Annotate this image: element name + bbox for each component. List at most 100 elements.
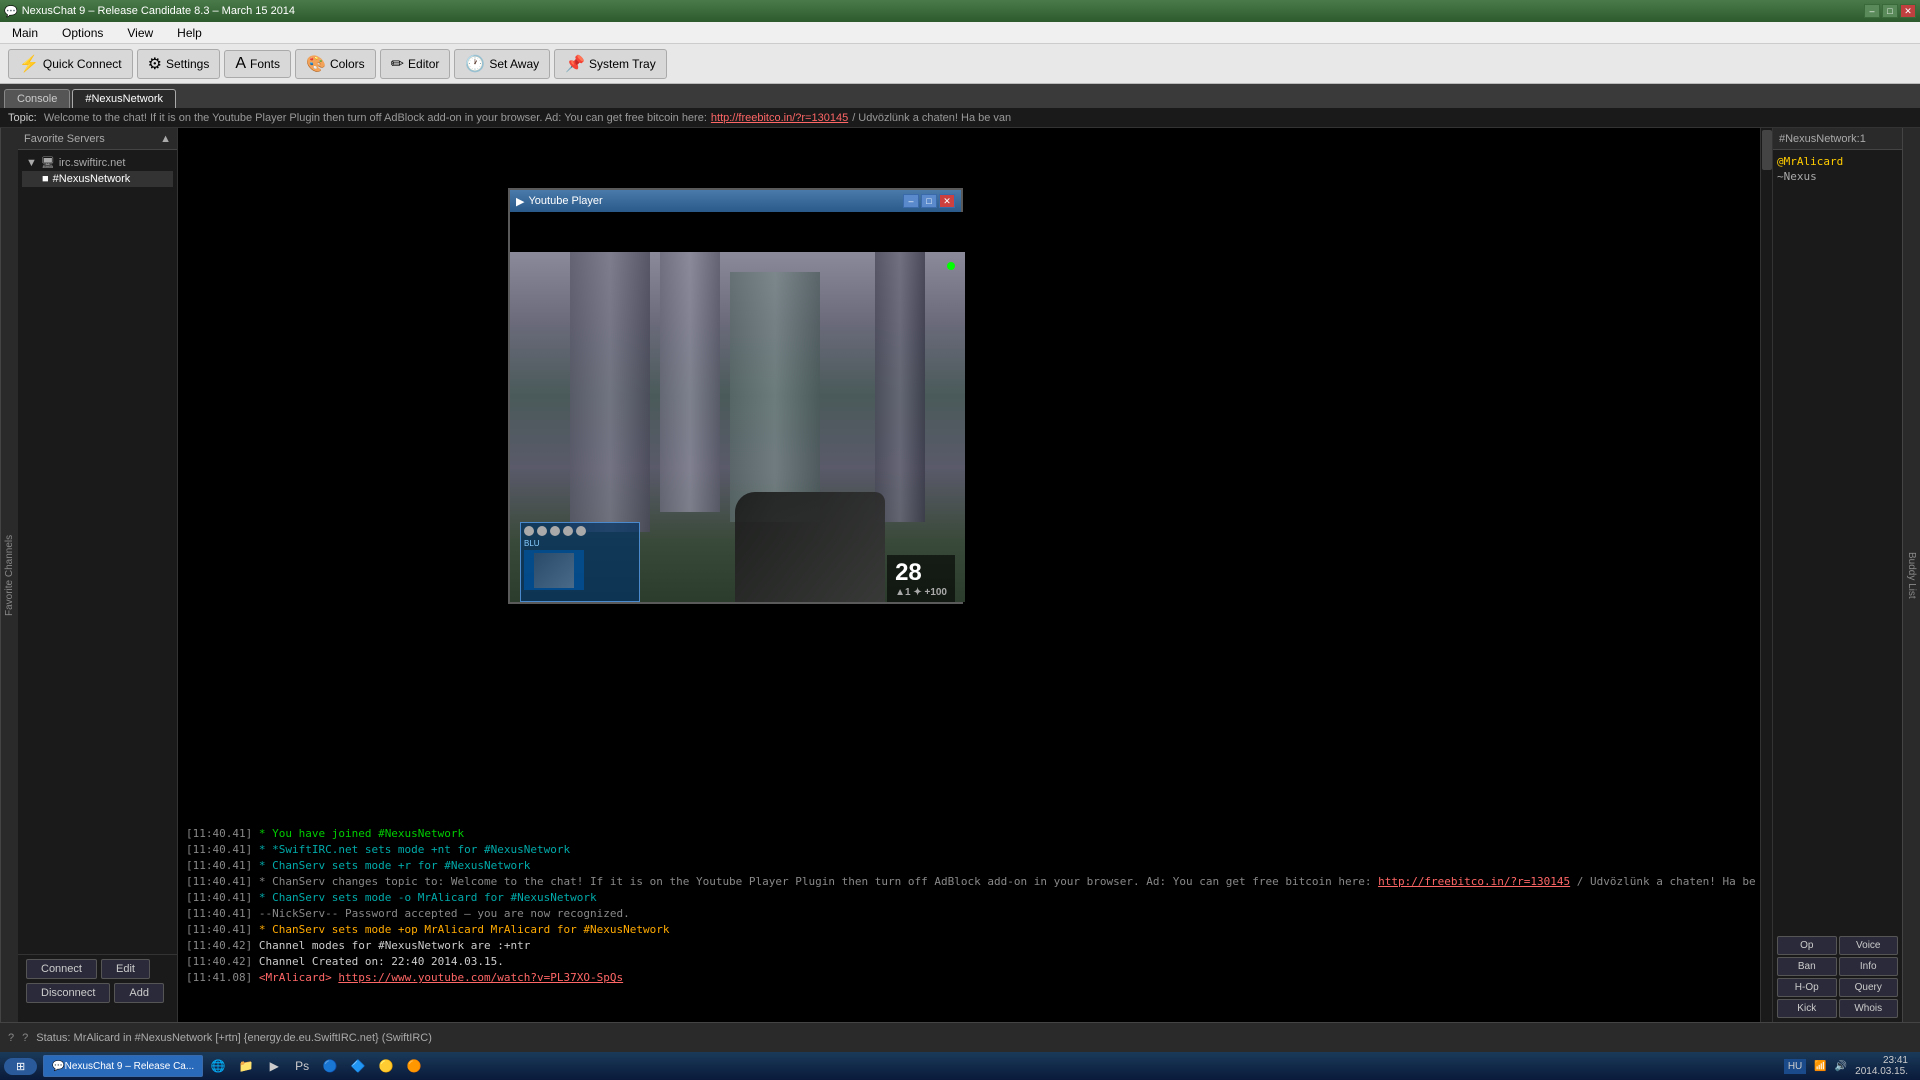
taskbar-app8[interactable]: 🟠 (401, 1055, 427, 1077)
msg-line: [11:40.42] Channel Created on: 22:40 201… (186, 954, 1764, 970)
tab-console[interactable]: Console (4, 89, 70, 108)
msg-line: [11:40.41] --NickServ-- Password accepte… (186, 906, 1764, 922)
titlebar-controls: – □ ✕ (1864, 4, 1916, 18)
menubar: Main Options View Help (0, 22, 1920, 44)
server-expand-icon: ▼ (26, 157, 37, 169)
youtube-close[interactable]: ✕ (939, 194, 955, 208)
server-item[interactable]: ▼ 🖥 irc.swiftirc.net (22, 154, 173, 171)
connect-button[interactable]: Connect (26, 959, 97, 979)
user-action-buttons: Op Voice Ban Info H-Op Query Kick Whois (1773, 932, 1902, 1022)
edit-button[interactable]: Edit (101, 959, 150, 979)
tray-date: 2014.03.15. (1855, 1066, 1908, 1077)
chat-messages: [11:40.41] * You have joined #NexusNetwo… (178, 822, 1772, 1022)
tray-clock: 23:41 2014.03.15. (1855, 1055, 1908, 1077)
quickconnect-button[interactable]: ⚡ Quick Connect (8, 49, 133, 79)
query-button[interactable]: Query (1839, 978, 1899, 997)
ban-button[interactable]: Ban (1777, 957, 1837, 976)
taskbar-ie[interactable]: 🌐 (205, 1055, 231, 1077)
menu-main[interactable]: Main (4, 24, 46, 42)
topic-link[interactable]: http://freebitco.in/?r=130145 (711, 112, 848, 124)
taskbar: ⊞ 💬 NexusChat 9 – Release Ca... 🌐 📁 ▶ Ps… (0, 1052, 1920, 1080)
voice-button[interactable]: Voice (1839, 936, 1899, 955)
channel-item[interactable]: ■ #NexusNetwork (22, 171, 173, 187)
youtube-player-window[interactable]: ▶ Youtube Player – □ ✕ (508, 188, 963, 604)
msg-line: [11:40.41] * *SwiftIRC.net sets mode +nt… (186, 842, 1764, 858)
left-sidebar: Favorite Servers ▲ ▼ 🖥 irc.swiftirc.net … (18, 128, 178, 1022)
video-frame: BLU 28 ▲1 ✦ +100 (510, 252, 965, 602)
connect-buttons: Connect Edit (26, 959, 169, 979)
topic-rest: / Udvözlünk a chaten! Ha be van (852, 112, 1011, 124)
scrollbar-thumb[interactable] (1762, 130, 1772, 170)
quickconnect-label: Quick Connect (43, 57, 122, 71)
setaway-icon: 🕐 (465, 54, 485, 74)
settings-icon: ⚙ (148, 54, 162, 74)
fonts-label: Fonts (250, 57, 280, 71)
favorite-servers-header: Favorite Servers ▲ (18, 128, 177, 150)
kick-button[interactable]: Kick (1777, 999, 1837, 1018)
systemtray-icon: 📌 (565, 54, 585, 74)
statusbar: ? ? Status: MrAlicard in #NexusNetwork [… (0, 1022, 1920, 1052)
nick-item-op[interactable]: @MrAlicard (1777, 154, 1898, 169)
msg-line: [11:40.41] * You have joined #NexusNetwo… (186, 826, 1764, 842)
colors-button[interactable]: 🎨 Colors (295, 49, 376, 79)
taskbar-ps[interactable]: Ps (289, 1055, 315, 1077)
maximize-button[interactable]: □ (1882, 4, 1898, 18)
setaway-button[interactable]: 🕐 Set Away (454, 49, 550, 79)
app-icon: 💬 (4, 5, 18, 18)
buddy-list-panel[interactable]: Buddy List (1902, 128, 1920, 1022)
server-name: irc.swiftirc.net (59, 157, 126, 169)
settings-button[interactable]: ⚙ Settings (137, 49, 221, 79)
youtube-maximize[interactable]: □ (921, 194, 937, 208)
start-icon: ⊞ (16, 1060, 25, 1073)
statusbar-icon: ? (8, 1032, 14, 1044)
colors-label: Colors (330, 57, 365, 71)
titlebar-text: NexusChat 9 – Release Candidate 8.3 – Ma… (22, 5, 295, 17)
youtube-link-msg[interactable]: https://www.youtube.com/watch?v=PL37XO-S… (338, 971, 623, 984)
fonts-button[interactable]: A Fonts (224, 50, 291, 78)
info-button[interactable]: Info (1839, 957, 1899, 976)
whois-button[interactable]: Whois (1839, 999, 1899, 1018)
youtube-minimize[interactable]: – (903, 194, 919, 208)
editor-button[interactable]: ✏ Editor (380, 49, 451, 79)
tab-nexusnetwork[interactable]: #NexusNetwork (72, 89, 176, 108)
favorite-channels-panel[interactable]: Favorite Channels (0, 128, 18, 1022)
tray-lang: HU (1784, 1059, 1806, 1074)
taskbar-vs[interactable]: 🔷 (345, 1055, 371, 1077)
add-button[interactable]: Add (114, 983, 164, 1003)
op-button[interactable]: Op (1777, 936, 1837, 955)
quickconnect-icon: ⚡ (19, 54, 39, 74)
topic-content: Welcome to the chat! If it is on the You… (44, 112, 707, 124)
menu-view[interactable]: View (119, 24, 161, 42)
systemtray-button[interactable]: 📌 System Tray (554, 49, 667, 79)
buddy-list-label-text: Buddy List (1906, 552, 1917, 599)
taskbar-app7[interactable]: 🟡 (373, 1055, 399, 1077)
statusbar-icon2: ? (22, 1032, 28, 1044)
close-button[interactable]: ✕ (1900, 4, 1916, 18)
minimize-button[interactable]: – (1864, 4, 1880, 18)
editor-label: Editor (408, 57, 439, 71)
disconnect-button[interactable]: Disconnect (26, 983, 110, 1003)
connect-controls: Connect Edit Disconnect Add (18, 954, 177, 1022)
channel-name-header: #NexusNetwork:1 (1779, 133, 1866, 145)
taskbar-item-nexuschat[interactable]: 💬 NexusChat 9 – Release Ca... (43, 1055, 203, 1077)
fav-servers-collapse[interactable]: ▲ (160, 133, 171, 145)
tab-bar: Console #NexusNetwork (0, 84, 1920, 108)
topic-link-msg[interactable]: http://freebitco.in/?r=130145 (1378, 875, 1570, 888)
nick-item[interactable]: ~Nexus (1777, 169, 1898, 184)
msg-line: [11:40.42] Channel modes for #NexusNetwo… (186, 938, 1764, 954)
statusbar-text: Status: MrAlicard in #NexusNetwork [+rtn… (36, 1032, 432, 1044)
titlebar-title: 💬 NexusChat 9 – Release Candidate 8.3 – … (4, 5, 295, 18)
server-icon: 🖥 (41, 156, 55, 169)
taskbar-explorer[interactable]: 📁 (233, 1055, 259, 1077)
hop-button[interactable]: H-Op (1777, 978, 1837, 997)
menu-options[interactable]: Options (54, 24, 111, 42)
chat-scrollbar[interactable] (1760, 128, 1772, 1022)
taskbar-chrome[interactable]: 🔵 (317, 1055, 343, 1077)
start-button[interactable]: ⊞ (4, 1058, 37, 1075)
menu-help[interactable]: Help (169, 24, 210, 42)
youtube-title: Youtube Player (528, 195, 602, 207)
taskbar-media[interactable]: ▶ (261, 1055, 287, 1077)
channel-name: #NexusNetwork (53, 173, 131, 185)
tray-network-icon: 📶 (1814, 1061, 1826, 1072)
systemtray-label: System Tray (589, 57, 656, 71)
